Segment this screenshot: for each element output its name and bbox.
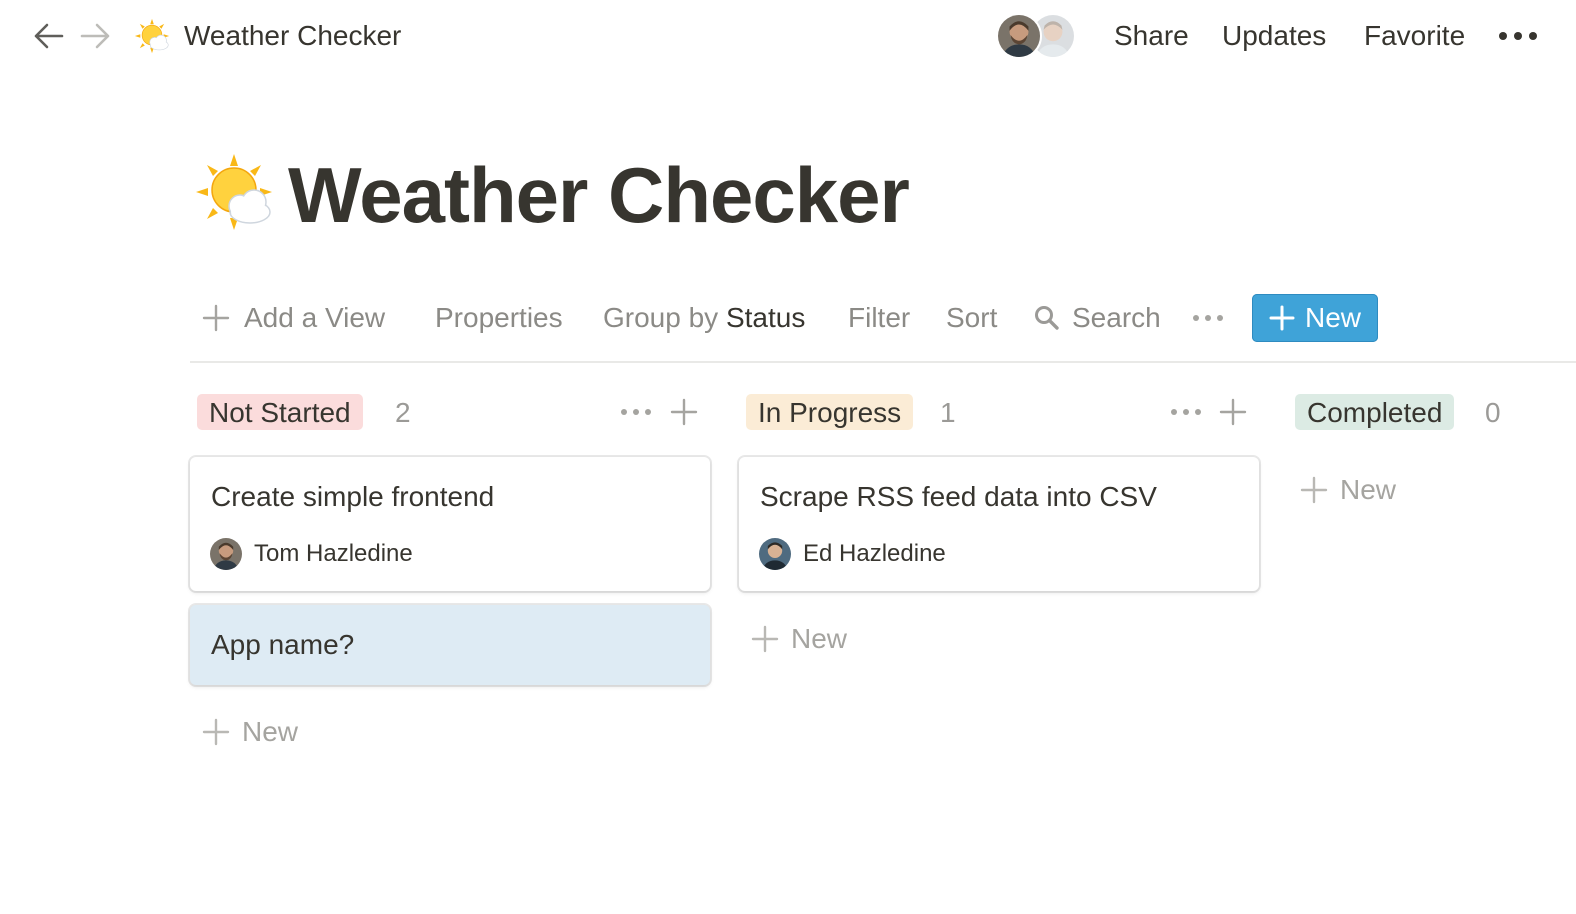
toolbar-more-icon[interactable] — [1192, 304, 1224, 332]
add-new-label: New — [791, 623, 848, 654]
forward-arrow-icon[interactable] — [78, 18, 114, 54]
column-more-icon[interactable] — [616, 392, 656, 432]
add-view-button[interactable]: Add a View — [202, 300, 385, 336]
properties-button[interactable]: Properties — [435, 300, 563, 336]
group-by-button[interactable]: Group by Status — [603, 300, 805, 336]
group-by-value: Status — [725, 302, 806, 333]
group-by-label: Group by — [603, 302, 719, 333]
new-item-label: New — [1304, 302, 1361, 333]
toolbar-divider — [190, 361, 1576, 363]
plus-icon — [751, 625, 779, 653]
search-button[interactable]: Search — [1034, 300, 1161, 336]
search-label: Search — [1072, 302, 1161, 333]
sun-behind-cloud-icon — [134, 18, 170, 54]
status-pill[interactable]: In Progress — [746, 394, 914, 430]
status-pill[interactable]: Not Started — [197, 394, 363, 430]
assignee-name: Ed Hazledine — [803, 540, 946, 567]
add-new-label: New — [242, 716, 299, 747]
search-icon — [1035, 306, 1059, 330]
card-title: Scrape RSS feed data into CSV — [760, 481, 1157, 512]
column-header-not-started: Not Started 2 — [197, 392, 712, 432]
column-count: 2 — [395, 397, 411, 428]
add-new-card-button[interactable]: New — [751, 619, 847, 659]
card-assignee: Ed Hazledine — [759, 537, 946, 571]
column-header-in-progress: In Progress 1 — [746, 392, 1261, 432]
column-header-completed: Completed 0 — [1295, 392, 1576, 432]
avatar — [210, 538, 242, 570]
add-view-label: Add a View — [244, 302, 386, 333]
plus-icon — [202, 304, 230, 332]
column-count: 0 — [1485, 397, 1501, 428]
column-add-icon[interactable] — [1213, 392, 1253, 432]
avatar — [759, 538, 791, 570]
add-new-card-button[interactable]: New — [1300, 470, 1396, 510]
page-icon-sun-behind-cloud-icon[interactable] — [194, 152, 274, 232]
updates-button[interactable]: Updates — [1222, 18, 1326, 54]
card-title: Create simple frontend — [211, 481, 495, 512]
sort-button[interactable]: Sort — [946, 300, 997, 336]
board-card[interactable]: Create simple frontend Tom Hazledine — [190, 457, 710, 591]
column-count: 1 — [940, 397, 956, 428]
more-options-icon[interactable] — [1494, 22, 1542, 50]
share-button[interactable]: Share — [1114, 18, 1189, 54]
avatar[interactable] — [996, 13, 1042, 59]
back-arrow-icon[interactable] — [30, 18, 66, 54]
column-add-icon[interactable] — [664, 392, 704, 432]
status-pill[interactable]: Completed — [1295, 394, 1455, 430]
new-item-button[interactable]: New — [1252, 294, 1378, 342]
add-new-card-button[interactable]: New — [202, 712, 298, 752]
board-card[interactable]: Scrape RSS feed data into CSV Ed Hazledi… — [739, 457, 1259, 591]
card-title: App name? — [211, 629, 355, 660]
collaborator-avatars[interactable] — [996, 12, 1080, 60]
plus-icon — [202, 718, 230, 746]
plus-icon — [1300, 476, 1328, 504]
add-new-label: New — [1340, 474, 1397, 505]
breadcrumb-title[interactable]: Weather Checker — [184, 18, 401, 54]
database-toolbar: Add a View Properties Group by Status Fi… — [190, 292, 1576, 344]
favorite-button[interactable]: Favorite — [1364, 18, 1465, 54]
top-bar: Weather Checker Share Updates Favorite — [0, 0, 1576, 72]
card-assignee: Tom Hazledine — [210, 537, 413, 571]
board-card-highlighted[interactable]: App name? — [190, 605, 710, 685]
plus-icon — [1269, 305, 1295, 331]
assignee-name: Tom Hazledine — [254, 540, 413, 567]
filter-button[interactable]: Filter — [848, 300, 910, 336]
column-more-icon[interactable] — [1166, 392, 1206, 432]
page-title[interactable]: Weather Checker — [288, 150, 910, 240]
